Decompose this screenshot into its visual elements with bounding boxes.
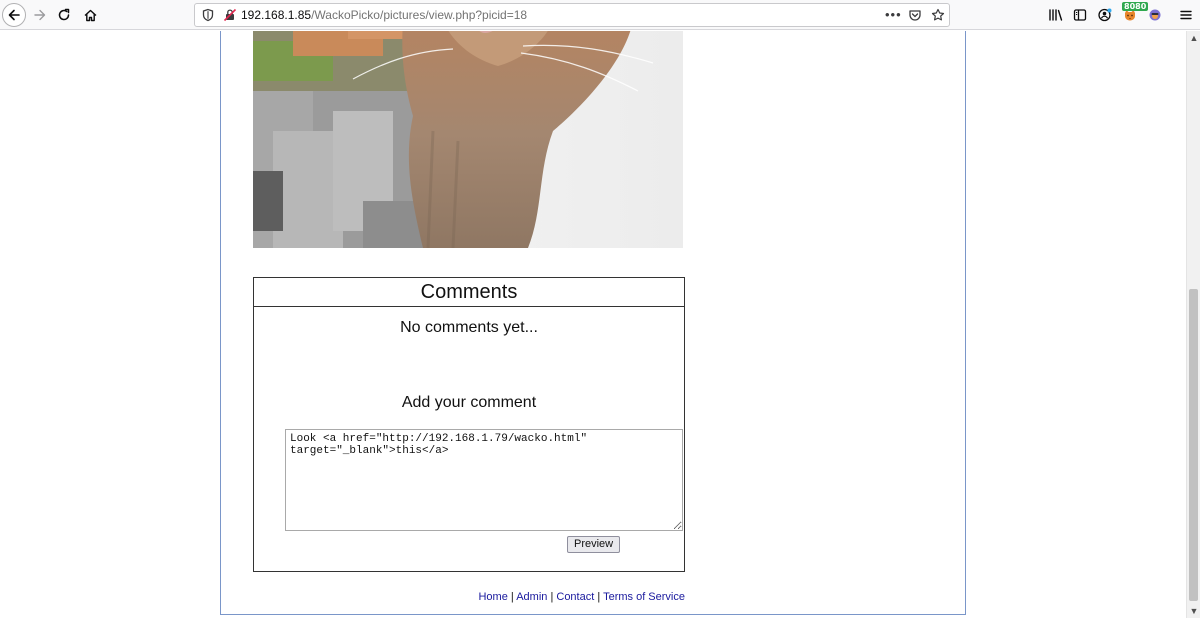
vertical-scrollbar[interactable]: ▲ ▼: [1186, 31, 1200, 618]
footer-separator: |: [507, 591, 517, 603]
add-comment-heading: Add your comment: [401, 394, 537, 411]
extension-button[interactable]: [1143, 3, 1167, 27]
forward-button[interactable]: [28, 3, 52, 27]
home-button[interactable]: [78, 3, 102, 27]
footer-links: Home | Admin | Contact | Terms of Servic…: [253, 591, 685, 603]
hamburger-menu-icon: [1180, 10, 1192, 20]
footer-link-contact[interactable]: Contact: [556, 591, 594, 603]
page-container: Comments No comments yet... Add your com…: [220, 31, 966, 615]
page-viewport: Comments No comments yet... Add your com…: [0, 31, 1186, 618]
sidebar-icon: [1073, 9, 1087, 21]
url-bar[interactable]: 192.168.1.85/WackoPicko/pictures/view.ph…: [194, 3, 950, 27]
forward-arrow-icon: [34, 9, 46, 21]
account-button[interactable]: [1093, 3, 1117, 27]
tracking-shield-icon[interactable]: [201, 8, 215, 22]
library-icon: [1049, 9, 1063, 21]
url-path: /WackoPicko/pictures/view.php?picid=18: [311, 8, 528, 22]
url-host: 192.168.1.85: [241, 8, 312, 22]
reload-button[interactable]: [52, 3, 76, 27]
footer-link-terms[interactable]: Terms of Service: [603, 591, 685, 603]
no-comments-text: No comments yet...: [400, 319, 538, 336]
cat-picture: [253, 31, 683, 248]
cat-photo-image: [253, 31, 683, 248]
reload-icon: [58, 8, 70, 21]
home-icon: [84, 9, 96, 21]
footer-separator: |: [594, 591, 604, 603]
library-button[interactable]: [1044, 3, 1068, 27]
comment-textarea[interactable]: [285, 429, 683, 531]
footer-link-home[interactable]: Home: [478, 591, 507, 603]
back-button[interactable]: [2, 3, 26, 27]
sidebar-button[interactable]: [1068, 3, 1092, 27]
back-arrow-icon: [8, 9, 20, 21]
scroll-thumb[interactable]: [1189, 289, 1198, 601]
footer-link-admin[interactable]: Admin: [516, 591, 547, 603]
menu-button[interactable]: [1174, 3, 1198, 27]
preview-button[interactable]: Preview: [567, 536, 621, 553]
url-text[interactable]: 192.168.1.85/WackoPicko/pictures/view.ph…: [241, 4, 527, 26]
extension-icon: [1149, 9, 1161, 21]
comments-section: Comments No comments yet... Add your com…: [253, 277, 685, 572]
scroll-down-arrow-icon[interactable]: ▼: [1187, 604, 1200, 618]
insecure-lock-icon[interactable]: [223, 8, 237, 22]
comments-heading: Comments: [254, 278, 684, 307]
bookmark-star-icon[interactable]: [931, 8, 945, 22]
browser-toolbar: 192.168.1.85/WackoPicko/pictures/view.ph…: [0, 0, 1200, 30]
page-actions-more-icon[interactable]: •••: [885, 7, 902, 22]
account-icon: [1098, 8, 1112, 22]
scroll-up-arrow-icon[interactable]: ▲: [1187, 31, 1200, 45]
pocket-icon[interactable]: [908, 8, 922, 22]
